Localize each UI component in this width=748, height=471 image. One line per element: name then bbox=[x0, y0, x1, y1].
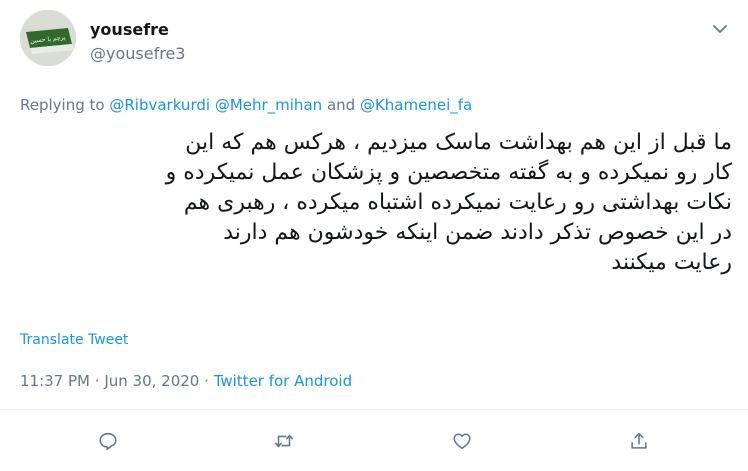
share-button[interactable] bbox=[626, 428, 652, 454]
replying-to-label: Replying to bbox=[20, 96, 105, 114]
more-options-button[interactable] bbox=[708, 20, 732, 40]
divider bbox=[0, 409, 748, 410]
translate-tweet-link[interactable]: Translate Tweet bbox=[20, 332, 128, 348]
tweet-card: پرچم یا حسین yousefre @yousefre3 Replyin… bbox=[0, 0, 748, 471]
avatar-flag-image: پرچم یا حسین bbox=[20, 10, 76, 66]
author-name[interactable]: yousefre bbox=[90, 20, 169, 39]
share-icon bbox=[631, 432, 647, 449]
replying-to: Replying to @Ribvarkurdi @Mehr_mihan and… bbox=[20, 96, 472, 114]
chevron-down-icon bbox=[713, 25, 727, 33]
avatar[interactable]: پرچم یا حسین bbox=[20, 10, 76, 66]
tweet-date[interactable]: Jun 30, 2020 bbox=[104, 372, 199, 390]
tweet-text-line: در این خصوص تذکر دادند ضمن اینکه خودشون … bbox=[223, 220, 732, 245]
like-button[interactable] bbox=[449, 428, 475, 454]
tweet-text-line: رعایت میکنند bbox=[611, 250, 732, 275]
mention-ribvarkurdi[interactable]: @Ribvarkurdi bbox=[109, 96, 210, 114]
tweet-text-line: کار رو نمیکرده و به گفته متخصصین و پزشکا… bbox=[165, 160, 732, 185]
tweet-text: ما قبل از این هم بهداشت ماسک میزدیم ، هر… bbox=[20, 128, 732, 278]
heart-icon bbox=[453, 433, 471, 450]
tweet-meta: 11:37 PM · Jun 30, 2020 · Twitter for An… bbox=[20, 372, 352, 390]
reply-button[interactable] bbox=[95, 428, 121, 454]
mention-khamenei-fa[interactable]: @Khamenei_fa bbox=[360, 96, 472, 114]
meta-separator: · bbox=[204, 372, 209, 390]
tweet-source[interactable]: Twitter for Android bbox=[214, 372, 352, 390]
tweet-text-line: ما قبل از این هم بهداشت ماسک میزدیم ، هر… bbox=[185, 130, 732, 155]
tweet-text-line: نکات بهداشتی رو رعایت نمیکرده اشتباه میک… bbox=[183, 190, 732, 215]
mention-mehr-mihan[interactable]: @Mehr_mihan bbox=[215, 96, 322, 114]
meta-separator: · bbox=[94, 372, 100, 390]
author-handle[interactable]: @yousefre3 bbox=[90, 44, 185, 63]
comment-icon bbox=[99, 432, 117, 451]
retweet-icon bbox=[274, 434, 294, 448]
retweet-button[interactable] bbox=[271, 428, 297, 454]
replying-to-and: and bbox=[326, 96, 356, 114]
tweet-time[interactable]: 11:37 PM bbox=[20, 372, 90, 390]
